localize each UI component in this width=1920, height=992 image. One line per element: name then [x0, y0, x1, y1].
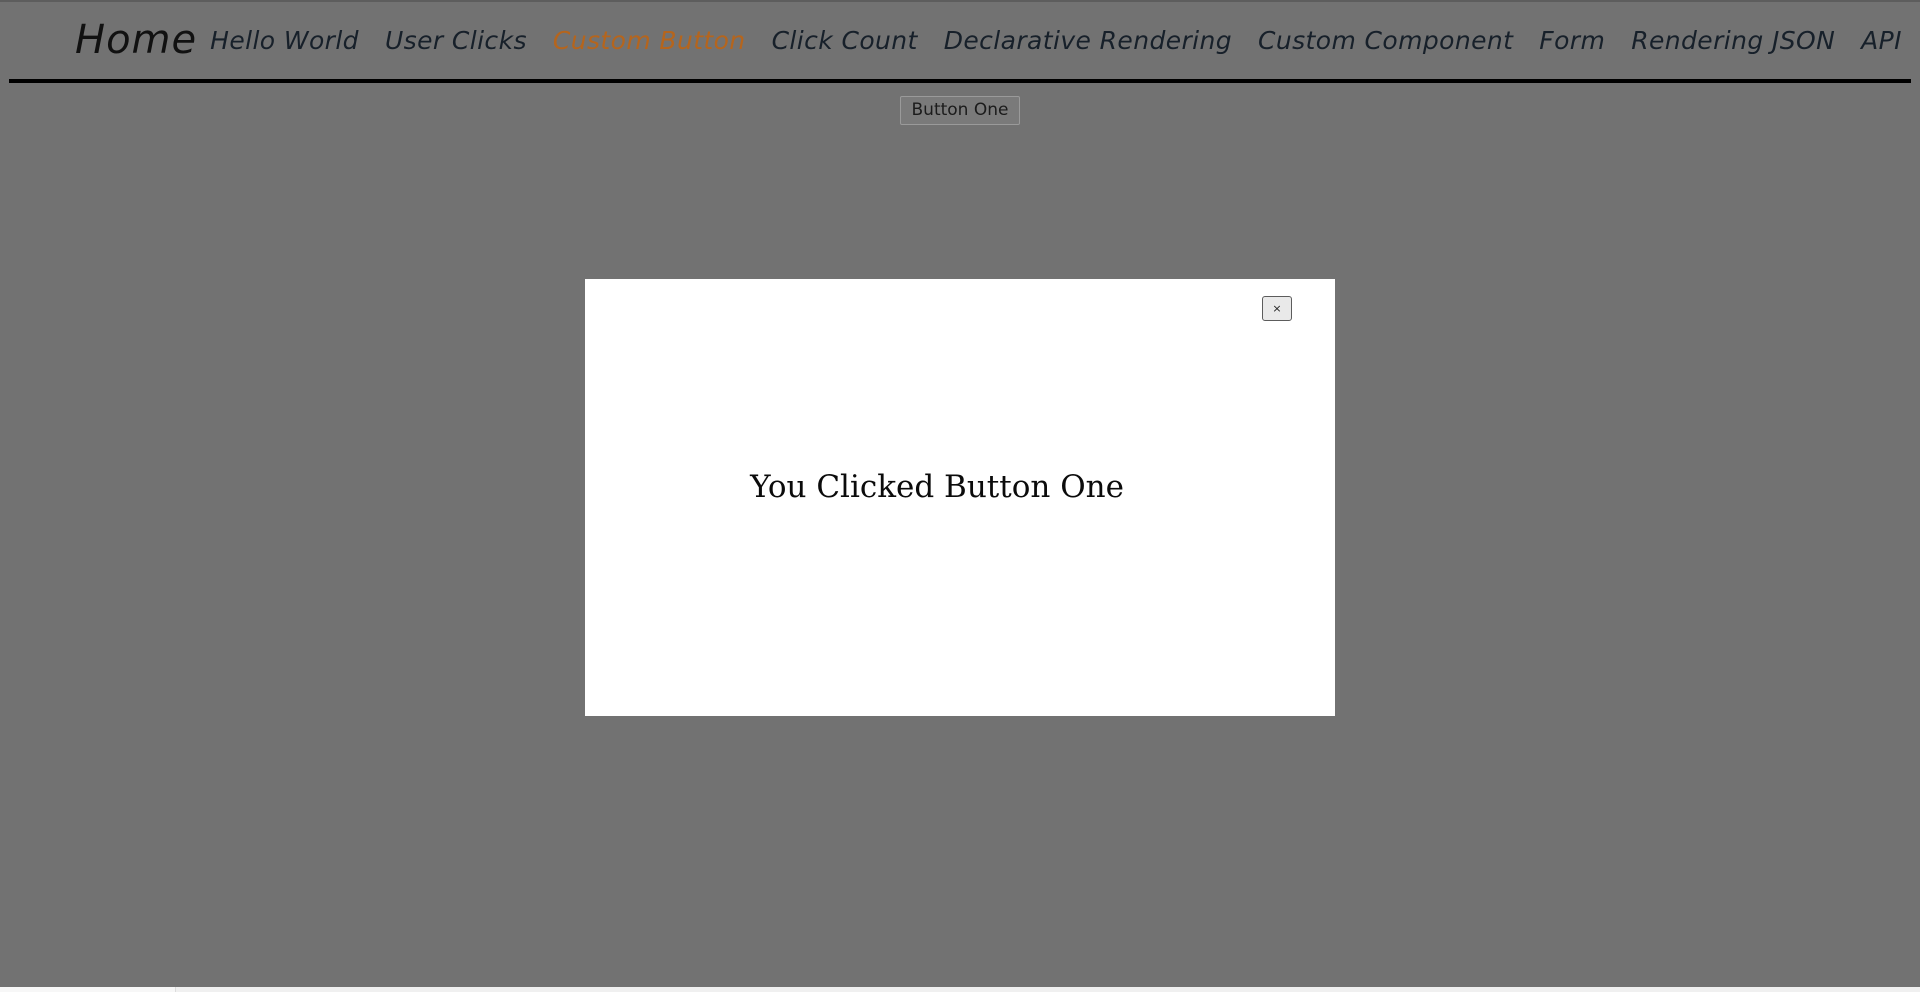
horizontal-scrollbar-thumb[interactable]	[0, 987, 176, 992]
nav-item-custom-button[interactable]: Custom Button	[540, 28, 759, 53]
nav-item-custom-component[interactable]: Custom Component	[1245, 28, 1526, 53]
viewport-top-hairline	[0, 0, 1920, 2]
site-header: Home Hello World User Clicks Custom Butt…	[0, 0, 1920, 80]
nav-item-form[interactable]: Form	[1526, 28, 1618, 53]
main-navigation: Hello World User Clicks Custom Button Cl…	[197, 28, 1920, 53]
nav-item-user-clicks[interactable]: User Clicks	[372, 28, 540, 53]
nav-item-api[interactable]: API	[1848, 28, 1915, 53]
page-title: Home	[75, 17, 198, 63]
nav-item-rendering-json[interactable]: Rendering JSON	[1618, 28, 1848, 53]
horizontal-scrollbar[interactable]	[0, 987, 1920, 992]
trigger-button-row: Button One	[0, 96, 1920, 125]
custom-button-modal: You Clicked Button One ×	[585, 279, 1335, 716]
page-root: Home Hello World User Clicks Custom Butt…	[0, 0, 1920, 992]
nav-item-hello-world[interactable]: Hello World	[197, 28, 372, 53]
modal-body: You Clicked Button One	[585, 279, 1335, 716]
nav-item-declarative-rendering[interactable]: Declarative Rendering	[931, 28, 1245, 53]
modal-message: You Clicked Button One	[750, 468, 1124, 505]
nav-item-click-count[interactable]: Click Count	[759, 28, 931, 53]
button-one-trigger[interactable]: Button One	[899, 96, 1021, 125]
modal-header: ×	[585, 279, 1335, 339]
main-content: Button One You Clicked Button One ×	[0, 83, 1920, 992]
close-icon[interactable]: ×	[1262, 296, 1292, 321]
